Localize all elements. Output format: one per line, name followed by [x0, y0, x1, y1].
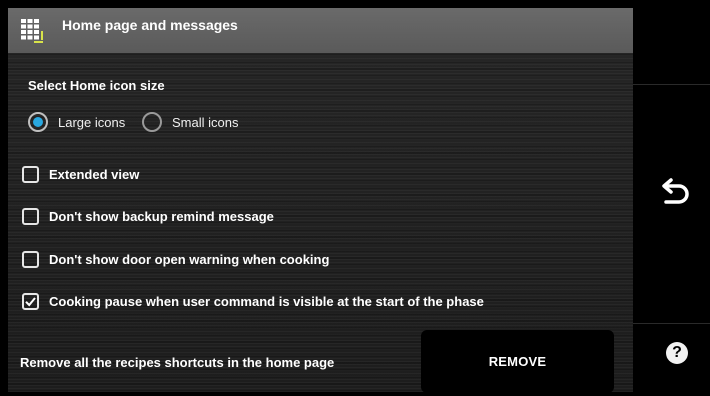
option-cooking-pause[interactable]: Cooking pause when user command is visib…	[22, 290, 484, 312]
option-no-backup-remind[interactable]: Don't show backup remind message	[22, 205, 274, 227]
screen-frame-top	[0, 0, 710, 8]
page-title: Home page and messages	[62, 17, 238, 33]
radio-label: Large icons	[58, 114, 126, 130]
grid-icon	[20, 18, 48, 46]
sidebar-divider	[633, 323, 710, 324]
radio-label: Small icons	[172, 114, 239, 130]
icon-size-title: Select Home icon size	[28, 78, 165, 93]
radio-large-icons[interactable]: Large icons	[28, 110, 125, 134]
help-button[interactable]: ?	[666, 342, 688, 364]
option-label: Don't show backup remind message	[49, 208, 274, 224]
option-extended-view[interactable]: Extended view	[22, 163, 139, 185]
option-label: Extended view	[49, 166, 140, 182]
settings-panel: Home page and messages Select Home icon …	[8, 8, 633, 393]
back-button[interactable]	[657, 174, 693, 210]
remove-shortcuts-label: Remove all the recipes shortcuts in the …	[20, 355, 335, 370]
checkmark-icon	[25, 296, 36, 306]
option-label: Cooking pause when user command is visib…	[49, 293, 484, 309]
option-no-door-warning[interactable]: Don't show door open warning when cookin…	[22, 248, 329, 270]
checkbox[interactable]	[22, 207, 39, 225]
header-bar: Home page and messages	[8, 8, 633, 53]
checkbox[interactable]	[22, 165, 39, 183]
checkbox[interactable]	[22, 250, 39, 268]
radio-button[interactable]	[142, 112, 162, 132]
option-label: Don't show door open warning when cookin…	[49, 251, 330, 267]
sidebar-divider	[633, 84, 710, 85]
checkbox-checked[interactable]	[22, 292, 39, 310]
radio-button-checked[interactable]	[28, 112, 48, 132]
screen-frame-left	[0, 0, 8, 396]
radio-small-icons[interactable]: Small icons	[142, 110, 238, 134]
remove-button[interactable]: REMOVE	[421, 330, 614, 393]
back-arrow-icon	[662, 178, 689, 204]
